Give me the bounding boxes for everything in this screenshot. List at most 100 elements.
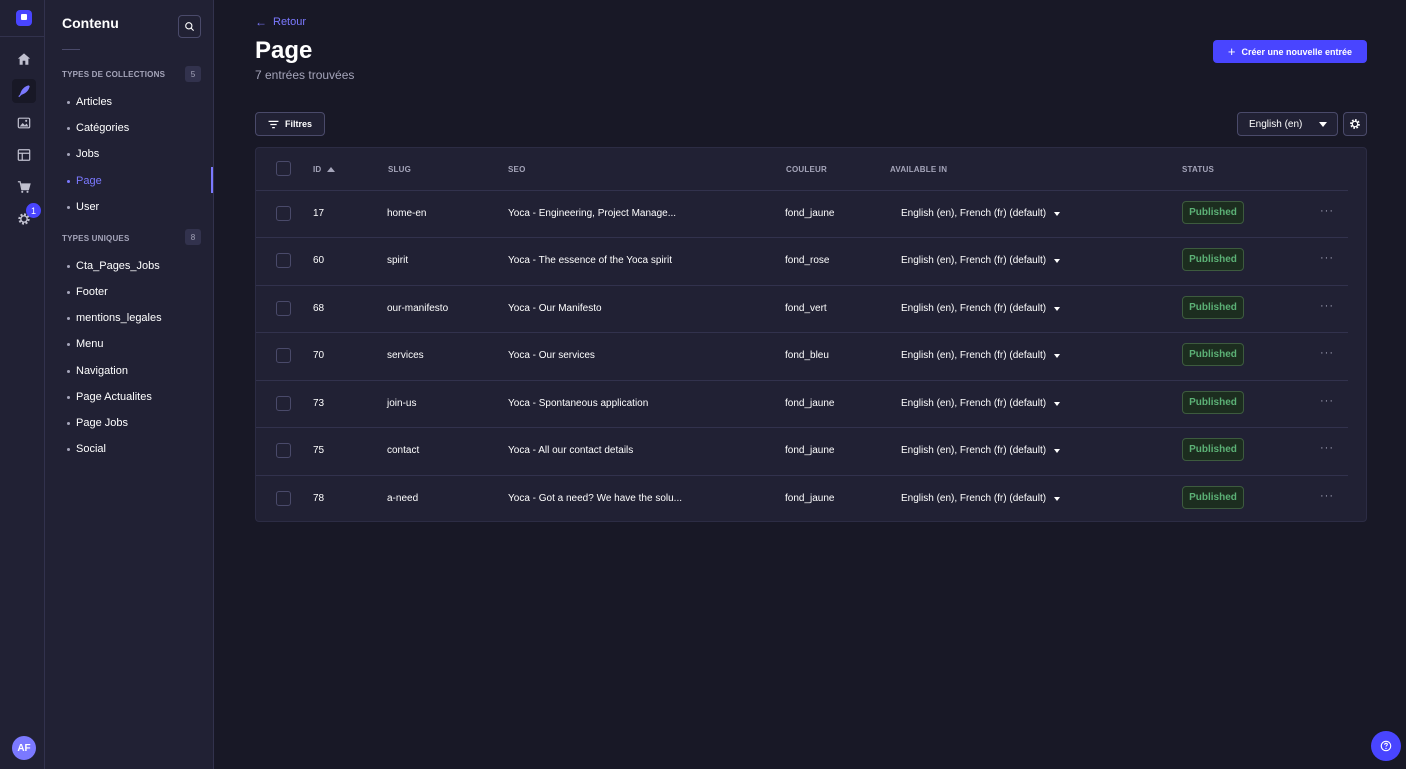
table-row[interactable]: 60 spirit Yoca - The essence of the Yoca…: [256, 237, 1366, 284]
cell-id: 78: [313, 493, 325, 504]
rail-divider: [0, 36, 45, 37]
sidenav-item-label: User: [76, 201, 100, 213]
sidenav-item-menu[interactable]: Menu: [67, 338, 104, 350]
sidenav-item-cta-pages-jobs[interactable]: Cta_Pages_Jobs: [67, 260, 160, 272]
column-header-label: ID: [313, 165, 322, 174]
cell-locales[interactable]: English (en), French (fr) (default): [901, 303, 1061, 314]
locale-select[interactable]: English (en): [1237, 112, 1338, 136]
table-row[interactable]: 70 services Yoca - Our services fond_ble…: [256, 332, 1366, 379]
column-header-label: STATUS: [1182, 165, 1215, 174]
column-header-id[interactable]: ID: [313, 165, 336, 174]
column-header-couleur[interactable]: COULEUR: [786, 165, 827, 174]
caret-down-icon: [1054, 211, 1061, 216]
sidenav-item-label: Page Jobs: [76, 417, 128, 429]
sidenav-item-page-jobs[interactable]: Page Jobs: [67, 417, 128, 429]
row-actions-button[interactable]: ···: [1320, 205, 1334, 217]
single-types-heading: TYPES UNIQUES: [62, 234, 130, 243]
cell-locales[interactable]: English (en), French (fr) (default): [901, 350, 1061, 361]
sidenav-item-label: Jobs: [76, 148, 100, 160]
cell-color: fond_jaune: [785, 208, 835, 219]
column-header-slug[interactable]: SLUG: [388, 165, 411, 174]
content-type-builder-icon[interactable]: [12, 143, 36, 167]
status-badge: Published: [1182, 296, 1244, 319]
sidenav-item-articles[interactable]: Articles: [67, 96, 112, 108]
table-row[interactable]: 73 join-us Yoca - Spontaneous applicatio…: [256, 380, 1366, 427]
list-settings-button[interactable]: [1343, 112, 1367, 136]
row-checkbox[interactable]: [276, 396, 291, 411]
sidenav-item-label: Social: [76, 443, 106, 455]
column-header-status: STATUS: [1182, 165, 1214, 174]
cell-locales[interactable]: English (en), French (fr) (default): [901, 398, 1061, 409]
row-actions-button[interactable]: ···: [1320, 300, 1334, 312]
table-row[interactable]: 75 contact Yoca - All our contact detail…: [256, 427, 1366, 474]
status-badge: Published: [1182, 486, 1244, 509]
column-header-seo[interactable]: SEO: [508, 165, 526, 174]
entries-count: 7 entrées trouvées: [255, 68, 355, 82]
locale-select-value: English (en): [1249, 118, 1303, 130]
sidenav-item-footer[interactable]: Footer: [67, 286, 108, 298]
cell-locales[interactable]: English (en), French (fr) (default): [901, 255, 1061, 266]
logo-icon[interactable]: [16, 10, 32, 26]
caret-down-icon: [1054, 496, 1061, 501]
sidenav-search-button[interactable]: [178, 15, 201, 38]
select-all-checkbox[interactable]: [276, 161, 291, 176]
cell-locales[interactable]: English (en), French (fr) (default): [901, 493, 1061, 504]
sidenav-item-label: Catégories: [76, 122, 130, 134]
collection-types-count: 5: [185, 66, 201, 82]
cell-seo: Yoca - Spontaneous application: [508, 398, 649, 409]
user-avatar[interactable]: AF: [12, 736, 36, 760]
row-checkbox[interactable]: [276, 301, 291, 316]
column-header-label: AVAILABLE IN: [890, 165, 948, 174]
row-checkbox[interactable]: [276, 253, 291, 268]
help-icon: [1380, 740, 1392, 752]
row-divider: [256, 427, 1348, 428]
entries-table: ID SLUG SEO COULEUR AVAILABLE IN STATUS …: [255, 147, 1367, 522]
row-checkbox[interactable]: [276, 206, 291, 221]
media-library-icon[interactable]: [12, 111, 36, 135]
row-actions-button[interactable]: ···: [1320, 490, 1334, 502]
back-link-label: Retour: [273, 16, 307, 28]
create-entry-button[interactable]: + Créer une nouvelle entrée: [1213, 40, 1367, 63]
app-window: 1 AF Contenu TYPES DE COLLECTIONS 5 Arti…: [0, 0, 1406, 769]
table-row[interactable]: 17 home-en Yoca - Engineering, Project M…: [256, 190, 1366, 237]
sidenav-item-label: Page: [76, 175, 102, 187]
cell-locales[interactable]: English (en), French (fr) (default): [901, 208, 1061, 219]
sidenav-item-user[interactable]: User: [67, 201, 99, 213]
cell-slug: contact: [387, 445, 420, 456]
sidenav-item-mentions-legales[interactable]: mentions_legales: [67, 312, 162, 324]
row-actions-button[interactable]: ···: [1320, 395, 1334, 407]
main-nav-rail: 1 AF: [0, 0, 45, 769]
back-link[interactable]: ← Retour: [255, 15, 306, 29]
cell-locales[interactable]: English (en), French (fr) (default): [901, 445, 1061, 456]
row-actions-button[interactable]: ···: [1320, 347, 1334, 359]
home-icon[interactable]: [12, 47, 36, 71]
row-checkbox[interactable]: [276, 491, 291, 506]
bullet-icon: [67, 316, 70, 320]
marketplace-icon[interactable]: [12, 175, 36, 199]
table-row[interactable]: 68 our-manifesto Yoca - Our Manifesto fo…: [256, 285, 1366, 332]
bullet-icon: [67, 179, 70, 183]
column-header-label: SLUG: [388, 165, 412, 174]
cell-id: 75: [313, 445, 325, 456]
row-checkbox[interactable]: [276, 443, 291, 458]
status-badge: Published: [1182, 438, 1244, 461]
locales-label: English (en), French (fr) (default): [901, 208, 1047, 219]
sidenav-item-page[interactable]: Page: [67, 175, 102, 187]
sidenav-item-categories[interactable]: Catégories: [67, 122, 129, 134]
row-checkbox[interactable]: [276, 348, 291, 363]
filters-button[interactable]: Filtres: [255, 112, 325, 136]
cell-color: fond_rose: [785, 255, 830, 266]
row-actions-button[interactable]: ···: [1320, 252, 1334, 264]
row-actions-button[interactable]: ···: [1320, 442, 1334, 454]
cell-seo: Yoca - Our Manifesto: [508, 303, 602, 314]
bullet-icon: [67, 100, 70, 104]
cell-id: 17: [313, 208, 325, 219]
sidenav-divider: [62, 49, 80, 50]
sidenav-item-social[interactable]: Social: [67, 443, 106, 455]
sidenav-item-navigation[interactable]: Navigation: [67, 365, 128, 377]
sidenav-item-page-actualites[interactable]: Page Actualites: [67, 391, 152, 403]
help-button[interactable]: [1371, 731, 1401, 761]
sidenav-item-jobs[interactable]: Jobs: [67, 148, 99, 160]
table-row[interactable]: 78 a-need Yoca - Got a need? We have the…: [256, 475, 1366, 522]
content-manager-icon[interactable]: [12, 79, 36, 103]
